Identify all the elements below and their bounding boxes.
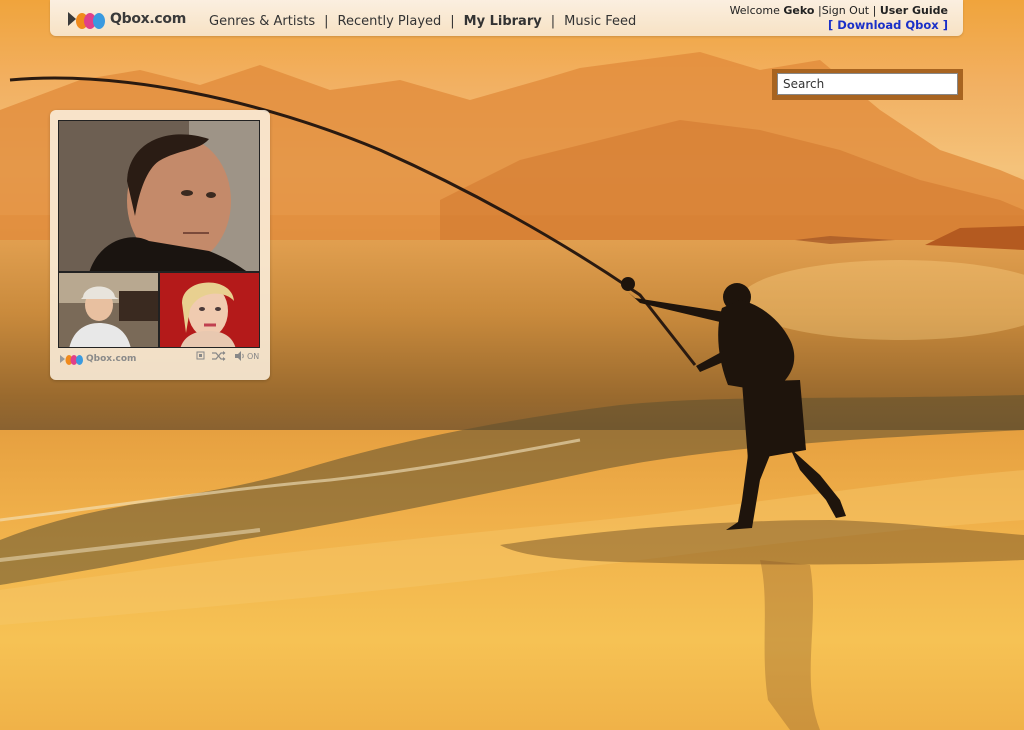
top-bar: Qbox.com Genres & Artists | Recently Pla… — [50, 0, 963, 36]
nav-separator: | — [450, 14, 455, 29]
nav-separator: | — [550, 14, 556, 29]
logo-text: Qbox.com — [110, 11, 186, 27]
artist-photo-thumb-2[interactable] — [159, 272, 260, 348]
user-guide-link[interactable]: User Guide — [880, 4, 948, 17]
widget-logo-icon — [60, 350, 84, 369]
welcome-text: Welcome — [729, 4, 780, 17]
nav-genres-artists[interactable]: Genres & Artists — [209, 14, 315, 29]
artist-photo-thumb-1[interactable] — [58, 272, 159, 348]
artist-photo-main[interactable] — [58, 120, 260, 272]
site-logo[interactable]: Qbox.com — [66, 7, 186, 31]
music-player-widget: Qbox.com ON — [50, 110, 270, 380]
widget-footer: Qbox.com ON — [60, 351, 260, 367]
nav-separator: | — [324, 14, 329, 29]
sign-out-link[interactable]: Sign Out — [822, 4, 869, 17]
widget-logo-text: Qbox.com — [86, 354, 137, 364]
repeat-icon[interactable] — [196, 351, 205, 360]
nav-music-feed[interactable]: Music Feed — [564, 14, 636, 29]
speaker-icon[interactable]: ON — [235, 351, 259, 361]
nav-recently-played[interactable]: Recently Played — [338, 14, 442, 29]
user-box: Welcome Geko |Sign Out | User Guide [ Do… — [729, 4, 948, 32]
search-input[interactable] — [777, 73, 958, 95]
search-box — [772, 69, 963, 100]
volume-label: ON — [247, 351, 260, 361]
username: Geko — [783, 4, 815, 17]
main-nav: Genres & Artists | Recently Played | My … — [209, 14, 636, 29]
download-qbox-link[interactable]: [ Download Qbox ] — [828, 18, 948, 32]
nav-my-library[interactable]: My Library — [464, 14, 542, 29]
shuffle-icon[interactable] — [212, 351, 226, 361]
qbox-logo-icon — [66, 8, 108, 30]
